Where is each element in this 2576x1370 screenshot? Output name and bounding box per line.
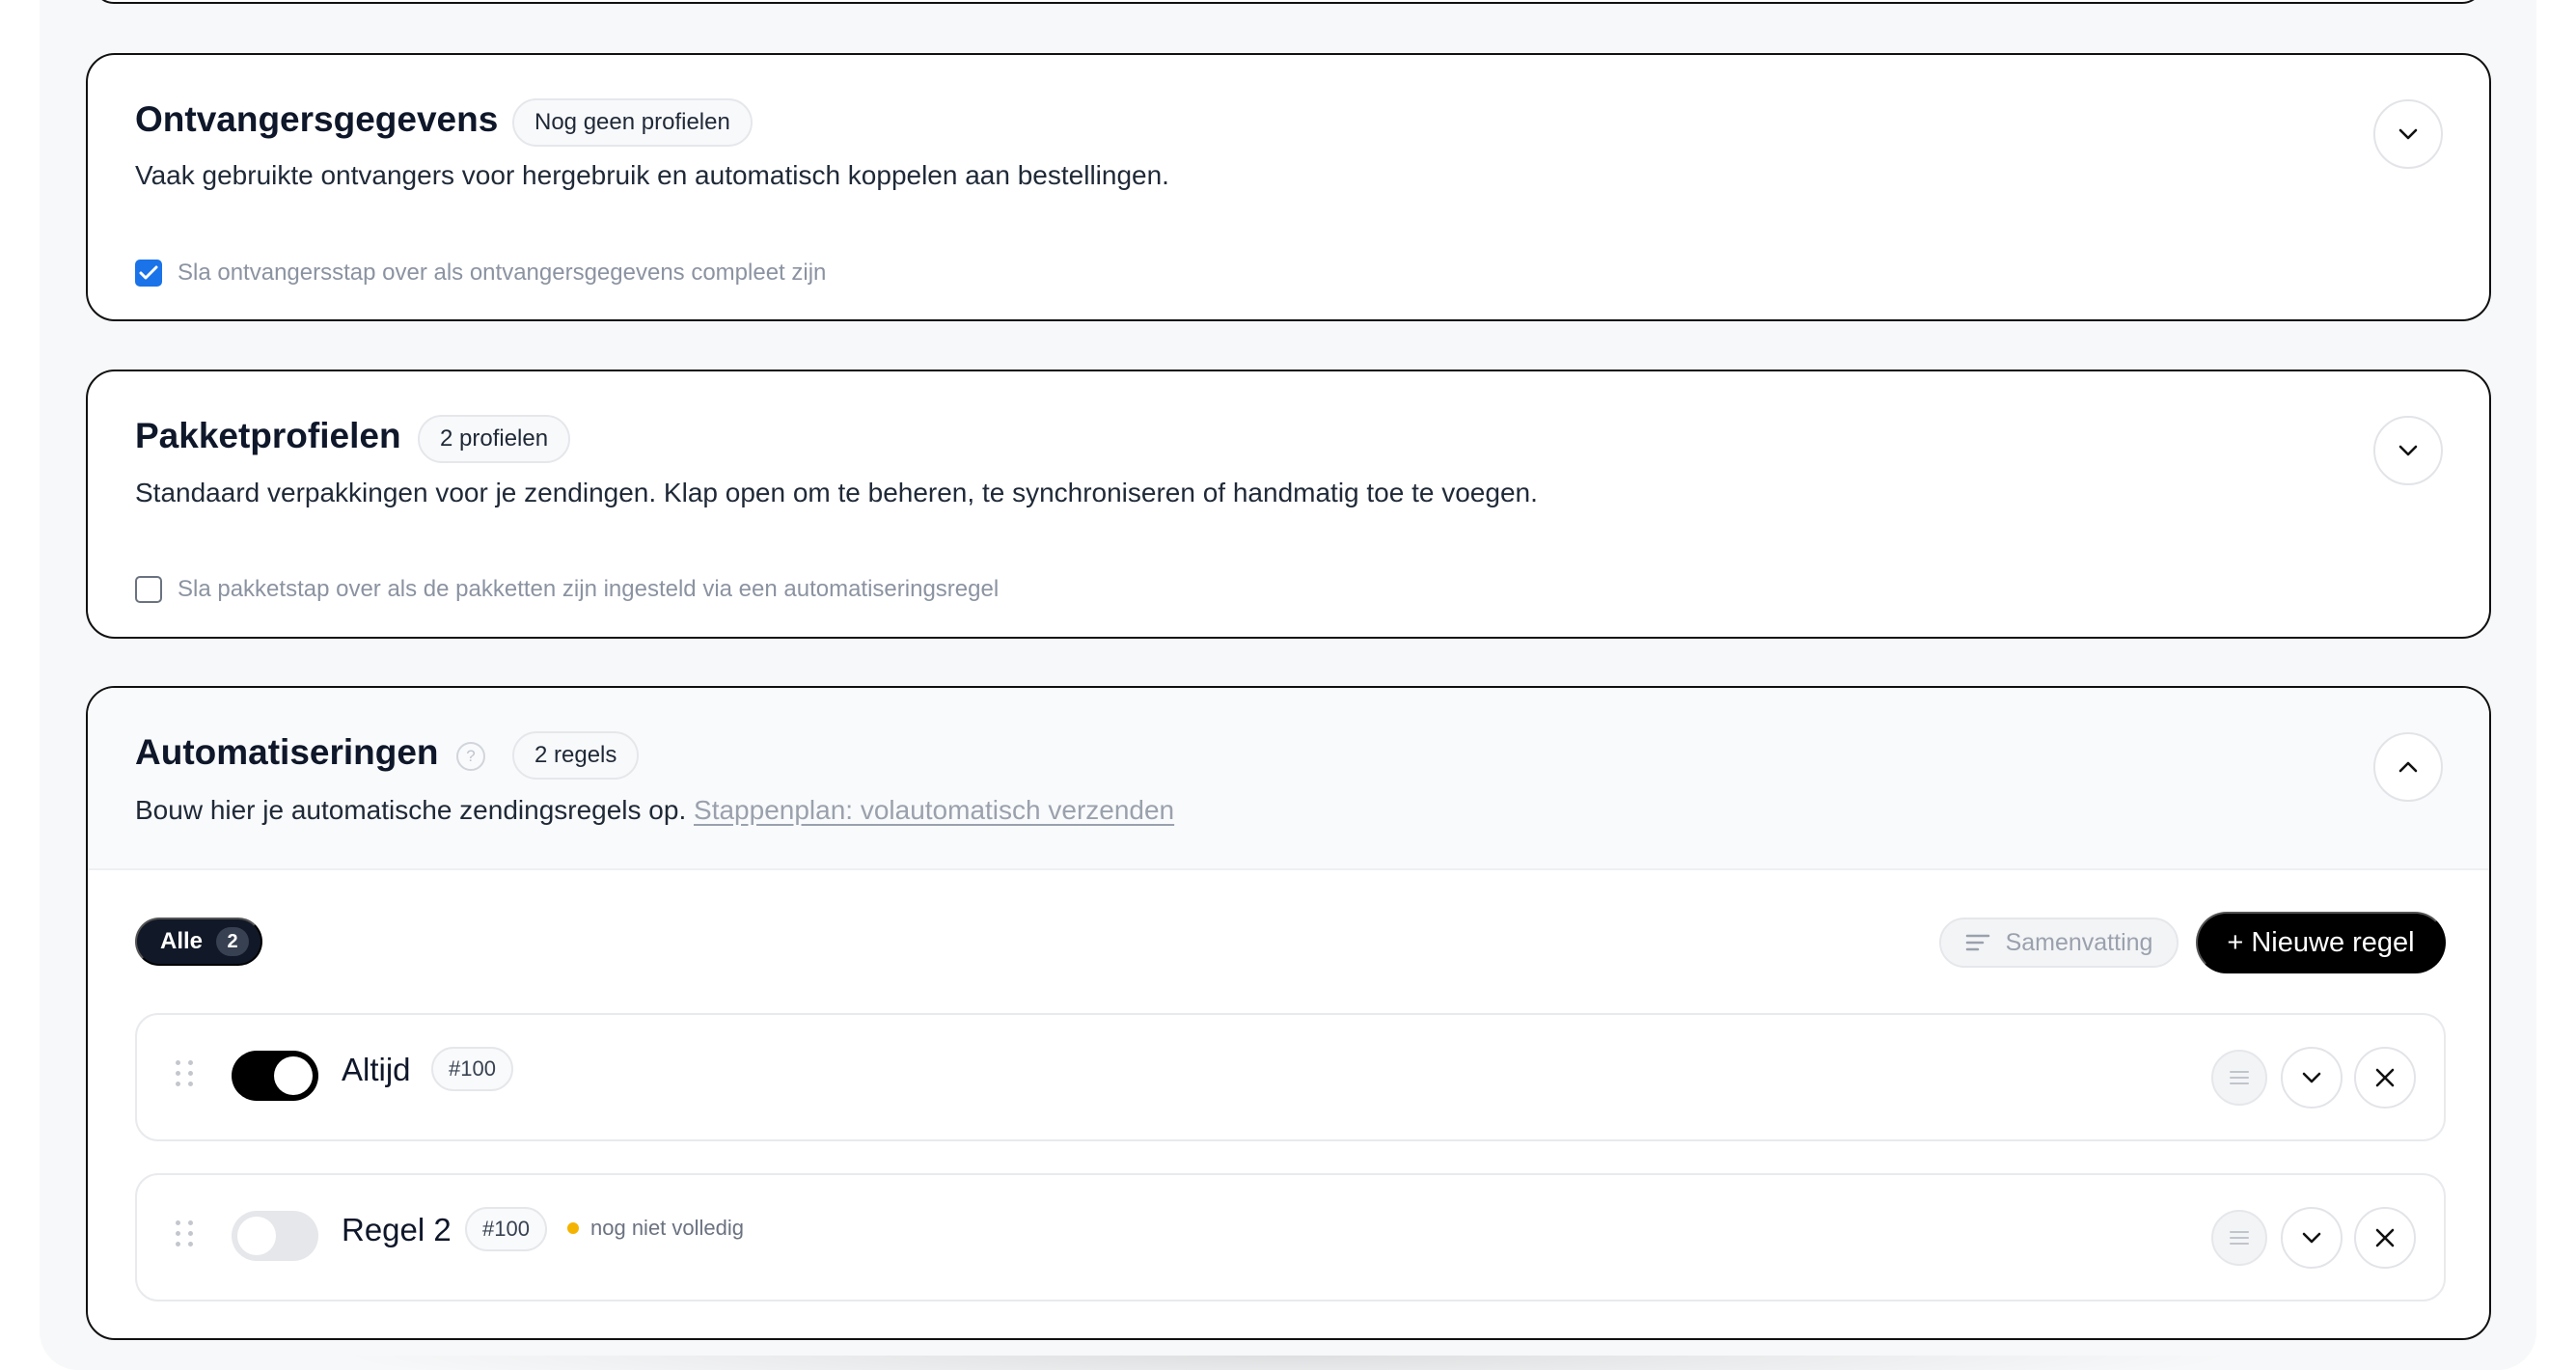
new-rule-button[interactable]: + Nieuwe regel [2196, 912, 2446, 973]
checkmark-icon [139, 265, 158, 280]
automations-card: Automatiseringen ? 2 regels Bouw hier je… [86, 686, 2491, 1340]
packages-title: Pakketprofielen [135, 416, 401, 455]
status-dot-icon [567, 1222, 579, 1234]
toggle-knob [237, 1217, 276, 1255]
filter-all-label: Alle [160, 928, 204, 954]
rule-name: Altijd [342, 1052, 411, 1087]
recipients-badge: Nog geen profielen [512, 98, 753, 147]
rule-enabled-toggle[interactable] [232, 1051, 318, 1101]
packages-card: Pakketprofielen 2 profielen Standaard ve… [86, 370, 2491, 639]
stepplan-link[interactable]: Stappenplan: volautomatisch verzenden [694, 795, 1174, 825]
chevron-up-icon [2398, 761, 2418, 773]
packages-skip-option[interactable]: Sla pakketstap over als de pakketten zij… [135, 576, 999, 603]
filter-all-button[interactable]: Alle 2 [135, 918, 263, 966]
automations-description: Bouw hier je automatische zendingsregels… [135, 795, 1174, 826]
summary-button[interactable]: Samenvatting [1939, 918, 2179, 968]
recipients-card: Ontvangersgegevens Nog geen profielen Va… [86, 53, 2491, 321]
recipients-title: Ontvangersgegevens [135, 99, 499, 139]
packages-skip-label: Sla pakketstap over als de pakketten zij… [178, 576, 1000, 602]
close-icon [2375, 1228, 2395, 1247]
rule-expand-button[interactable] [2281, 1047, 2343, 1109]
automations-card-header: Automatiseringen ? 2 regels Bouw hier je… [88, 688, 2489, 870]
chevron-down-icon [2302, 1232, 2321, 1244]
chevron-down-icon [2302, 1072, 2321, 1083]
automations-collapse-button[interactable] [2373, 732, 2443, 802]
summary-lines-icon [1965, 934, 1989, 951]
rule-name: Regel 2 [342, 1212, 452, 1247]
summary-button-label: Samenvatting [2005, 928, 2153, 956]
toggle-knob [274, 1056, 313, 1095]
previous-card-edge [93, 0, 2483, 4]
rule-delete-button[interactable] [2354, 1047, 2416, 1109]
rule-row: Regel 2 #100 nog niet volledig [135, 1173, 2446, 1302]
summary-lines-icon [2230, 1071, 2249, 1084]
packages-expand-button[interactable] [2373, 416, 2443, 485]
drag-handle-icon[interactable] [176, 1060, 193, 1086]
chevron-down-icon [2398, 445, 2418, 456]
help-icon[interactable]: ? [456, 742, 485, 771]
packages-badge: 2 profielen [418, 415, 571, 463]
footer-shadow [328, 1356, 2248, 1370]
automations-description-text: Bouw hier je automatische zendingsregels… [135, 795, 687, 825]
rule-summary-button[interactable] [2211, 1210, 2267, 1266]
summary-lines-icon [2230, 1231, 2249, 1245]
recipients-description: Vaak gebruikte ontvangers voor hergebrui… [135, 160, 1169, 190]
rule-status: nog niet volledig [567, 1216, 744, 1241]
recipients-skip-checkbox[interactable] [135, 260, 162, 287]
packages-card-header: Pakketprofielen 2 profielen Standaard ve… [88, 371, 2489, 637]
automations-title: Automatiseringen [135, 732, 439, 772]
filter-all-count: 2 [216, 927, 250, 956]
packages-skip-checkbox[interactable] [135, 576, 162, 603]
recipients-expand-button[interactable] [2373, 99, 2443, 169]
rule-delete-button[interactable] [2354, 1207, 2416, 1269]
recipients-skip-label: Sla ontvangersstap over als ontvangersge… [178, 260, 827, 286]
rule-enabled-toggle[interactable] [232, 1211, 318, 1261]
rule-summary-button[interactable] [2211, 1050, 2267, 1106]
recipients-skip-option[interactable]: Sla ontvangersstap over als ontvangersge… [135, 260, 826, 287]
rule-status-label: nog niet volledig [590, 1216, 745, 1240]
drag-handle-icon[interactable] [176, 1220, 193, 1247]
rule-row: Altijd #100 [135, 1013, 2446, 1141]
automations-badge: 2 regels [512, 731, 640, 780]
chevron-down-icon [2398, 128, 2418, 140]
rule-priority-badge: #100 [431, 1047, 513, 1091]
close-icon [2375, 1068, 2395, 1087]
rule-expand-button[interactable] [2281, 1207, 2343, 1269]
rule-priority-badge: #100 [465, 1207, 547, 1251]
recipients-card-header: Ontvangersgegevens Nog geen profielen Va… [88, 55, 2489, 319]
packages-description: Standaard verpakkingen voor je zendingen… [135, 478, 1538, 507]
